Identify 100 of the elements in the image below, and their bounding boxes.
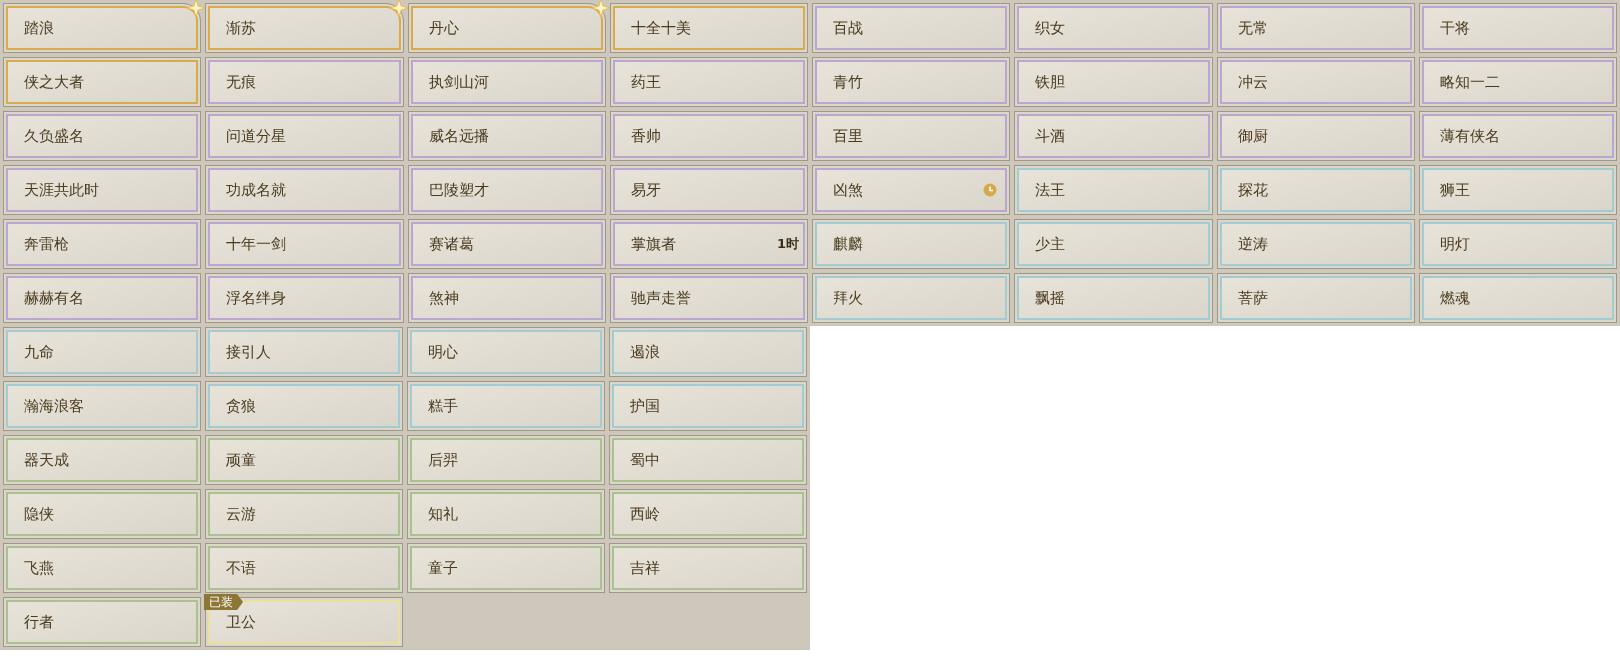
title-card[interactable]: 器天成 [3,435,201,485]
title-name: 久负盛名 [24,125,84,147]
title-card[interactable]: 赫赫有名 [3,273,202,323]
title-name: 行者 [24,611,54,633]
title-card[interactable]: 御厨 [1216,111,1415,161]
title-card[interactable]: 冲云 [1216,57,1415,107]
title-card[interactable]: 明灯 [1418,219,1617,269]
title-card[interactable]: 薄有侠名 [1418,111,1617,161]
title-card[interactable]: 久负盛名 [3,111,202,161]
title-card[interactable]: 侠之大者 [3,57,202,107]
title-card[interactable]: 法王 [1014,165,1213,215]
title-card[interactable]: 斗酒 [1014,111,1213,161]
title-card[interactable]: 不语 [205,543,403,593]
title-card[interactable]: 蜀中 [609,435,807,485]
title-card[interactable]: 菩萨 [1216,273,1415,323]
title-card[interactable]: 十全十美 [609,3,808,53]
title-name: 逆涛 [1237,233,1268,255]
title-name: 丹心 [428,17,459,39]
title-name: 少主 [1035,233,1066,255]
title-name: 百里 [833,125,863,147]
title-name: 赫赫有名 [24,287,84,309]
title-name: 香帅 [630,125,661,147]
title-card[interactable]: 知礼 [407,489,605,539]
title-card[interactable]: 顽童 [205,435,403,485]
title-card[interactable]: 飞燕 [3,543,201,593]
title-card[interactable]: 吉祥 [609,543,807,593]
title-card[interactable]: 已装 卫公 [205,597,403,647]
title-card[interactable]: 巴陵塑才 [407,165,606,215]
title-name: 九命 [24,341,54,363]
title-card[interactable]: 浮名绊身 [205,273,404,323]
title-name: 接引人 [226,341,271,363]
title-card[interactable]: 九命 [3,327,201,377]
title-name: 菩萨 [1237,287,1268,309]
title-card[interactable]: 童子 [407,543,605,593]
title-name: 掌旗者 [630,233,676,255]
title-card[interactable]: 探花 [1216,165,1415,215]
title-card[interactable]: 威名远播 [407,111,606,161]
title-card[interactable]: 贪狼 [205,381,403,431]
title-name: 浮名绊身 [226,287,287,309]
title-card[interactable]: 煞神 [407,273,606,323]
title-name: 器天成 [24,449,69,471]
title-name: 顽童 [226,449,256,471]
title-card[interactable]: 行者 [3,597,201,647]
title-name: 斗酒 [1035,125,1066,147]
title-name: 西岭 [630,503,660,525]
title-card[interactable]: 云游 [205,489,403,539]
title-card[interactable]: 狮王 [1418,165,1617,215]
title-card[interactable]: 药王 [609,57,808,107]
title-card[interactable]: 问道分星 [205,111,404,161]
title-card[interactable]: 织女 [1014,3,1213,53]
title-card[interactable]: 无常 [1216,3,1415,53]
title-name: 贪狼 [226,395,256,417]
title-card[interactable]: 逆涛 [1216,219,1415,269]
title-card[interactable]: 香帅 [609,111,808,161]
timer-label: 1时 [776,235,799,254]
title-card[interactable]: 糕手 [407,381,605,431]
title-card[interactable]: 踏浪 [3,3,202,53]
title-name: 遏浪 [630,341,660,363]
title-card[interactable]: 功成名就 [205,165,404,215]
title-card[interactable]: 青竹 [812,57,1011,107]
title-card[interactable]: 西岭 [609,489,807,539]
title-card[interactable]: 易牙 [609,165,808,215]
title-name: 狮王 [1439,179,1470,201]
title-card[interactable]: 百战 [812,3,1011,53]
title-card[interactable]: 麒麟 [812,219,1011,269]
title-name: 青竹 [833,71,863,93]
title-name: 问道分星 [226,125,287,147]
title-card[interactable]: 掌旗者 1时 [609,219,808,269]
title-card[interactable]: 护国 [609,381,807,431]
title-card[interactable]: 天涯共此时 [3,165,202,215]
title-name: 明灯 [1439,233,1470,255]
title-card[interactable]: 执剑山河 [407,57,606,107]
title-card[interactable]: 少主 [1014,219,1213,269]
title-card[interactable]: 拜火 [812,273,1011,323]
title-name: 隐侠 [24,503,54,525]
title-name: 探花 [1237,179,1268,201]
title-card[interactable]: 接引人 [205,327,403,377]
title-card[interactable]: 燃魂 [1418,273,1617,323]
title-name: 蜀中 [630,449,660,471]
title-card[interactable]: 飘摇 [1014,273,1213,323]
title-name: 奔雷枪 [24,233,69,255]
title-card[interactable]: 瀚海浪客 [3,381,201,431]
title-card[interactable]: 略知一二 [1418,57,1617,107]
title-card[interactable]: 凶煞 [812,165,1011,215]
title-name: 无痕 [226,71,257,93]
title-name: 冲云 [1237,71,1268,93]
title-card[interactable]: 赛诸葛 [407,219,606,269]
title-card[interactable]: 遏浪 [609,327,807,377]
title-card[interactable]: 后羿 [407,435,605,485]
title-card[interactable]: 驰声走誉 [609,273,808,323]
title-name: 燃魂 [1439,287,1470,309]
title-card[interactable]: 十年一剑 [205,219,404,269]
title-card[interactable]: 无痕 [205,57,404,107]
title-card[interactable]: 铁胆 [1014,57,1213,107]
title-card[interactable]: 明心 [407,327,605,377]
title-name: 御厨 [1237,125,1268,147]
title-card[interactable]: 隐侠 [3,489,201,539]
title-card[interactable]: 百里 [812,111,1011,161]
title-card[interactable]: 奔雷枪 [3,219,202,269]
title-card[interactable]: 干将 [1418,3,1617,53]
